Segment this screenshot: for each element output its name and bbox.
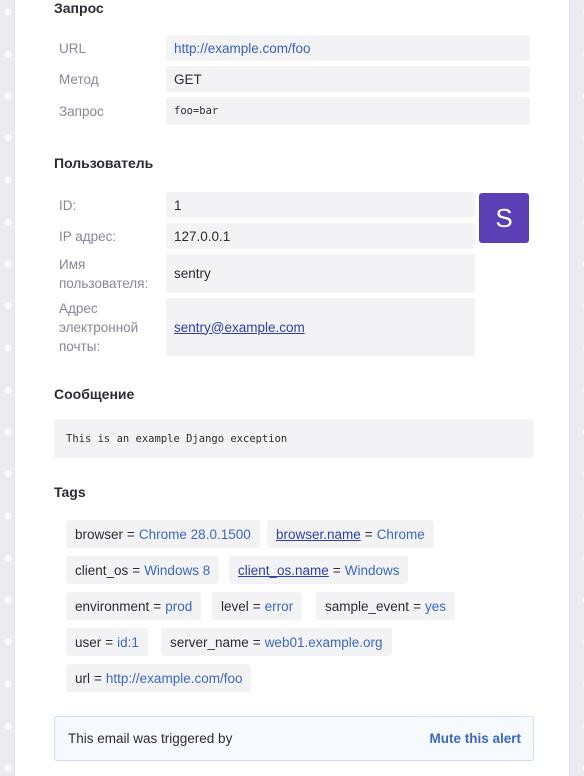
tag-key: sample_event — [325, 598, 410, 614]
user-row-username: Имя пользователя: sentry — [54, 254, 475, 293]
user-id-value: 1 — [166, 192, 475, 218]
tag-equals: = — [252, 634, 261, 650]
tag-item: server_name = web01.example.org — [161, 628, 392, 656]
tag-item: sample_event = yes — [316, 592, 455, 620]
tag-item: client_os = Windows 8 — [66, 556, 220, 584]
user-key: Имя пользователя: — [59, 256, 149, 291]
tag-equals: = — [153, 598, 162, 614]
tag-key-link[interactable]: browser.name — [276, 527, 361, 542]
tag-value-link[interactable]: error — [265, 599, 294, 614]
email-card: Запрос URL http://example.com/foo Метод … — [14, 0, 570, 776]
tags-heading: Tags — [54, 484, 86, 500]
mute-alert-link[interactable]: Mute this alert — [429, 731, 521, 746]
tag-item: user = id:1 — [66, 628, 148, 656]
request-query-value: foo=bar — [166, 97, 530, 125]
tag-equals: = — [413, 598, 421, 614]
tag-key: client_os — [75, 562, 129, 578]
alert-text: This email was triggered by — [68, 731, 233, 746]
request-key: URL — [59, 40, 87, 56]
tag-item: url = http://example.com/foo — [66, 664, 252, 692]
tag-value-link[interactable]: Chrome 28.0.1500 — [139, 527, 251, 542]
tag-value-link[interactable]: prod — [165, 599, 192, 614]
tag-equals: = — [332, 562, 341, 578]
request-row-query: Запрос foo=bar — [54, 97, 530, 125]
tag-value-link[interactable]: Windows 8 — [144, 563, 210, 578]
tag-key: browser — [75, 526, 124, 542]
tag-equals: = — [364, 526, 373, 542]
tag-item: browser.name = Chrome — [267, 520, 434, 548]
tag-item: client_os.name = Windows — [229, 556, 409, 584]
user-row-ip: IP адрес: 127.0.0.1 — [54, 223, 475, 249]
tag-equals: = — [105, 634, 114, 650]
tag-equals: = — [252, 598, 261, 614]
tag-value-link[interactable]: http://example.com/foo — [106, 671, 243, 686]
request-method-value: GET — [166, 66, 530, 92]
tag-item: level = error — [212, 592, 303, 620]
user-username-value: sentry — [166, 254, 475, 293]
tag-item: browser = Chrome 28.0.1500 — [66, 520, 260, 548]
tag-key: environment — [75, 598, 150, 614]
alert-banner: This email was triggered by Mute this al… — [54, 716, 534, 761]
tag-key: url — [75, 670, 91, 686]
user-key: Адрес электронной почты: — [59, 300, 139, 354]
user-key: IP адрес: — [59, 228, 117, 244]
message-box: This is an example Django exception — [54, 419, 534, 458]
user-ip-value: 127.0.0.1 — [166, 223, 475, 249]
request-row-url: URL http://example.com/foo — [54, 35, 530, 61]
tag-key: server_name — [170, 634, 249, 650]
tag-equals: = — [132, 562, 141, 578]
tag-value-link[interactable]: web01.example.org — [265, 635, 383, 650]
message-heading: Сообщение — [54, 386, 135, 402]
tag-value-link[interactable]: Chrome — [377, 527, 425, 542]
tag-equals: = — [94, 670, 102, 686]
user-key: ID: — [59, 197, 77, 213]
request-url-link[interactable]: http://example.com/foo — [174, 41, 311, 56]
user-row-id: ID: 1 — [54, 192, 475, 218]
tag-value-link[interactable]: id:1 — [117, 635, 139, 650]
request-heading: Запрос — [54, 0, 104, 16]
avatar: S — [479, 193, 529, 243]
request-row-method: Метод GET — [54, 66, 530, 92]
user-email-link[interactable]: sentry@example.com — [174, 320, 305, 335]
avatar-letter: S — [495, 202, 513, 233]
tag-key: level — [221, 598, 249, 614]
request-key: Запрос — [59, 103, 104, 119]
tag-value-link[interactable]: yes — [425, 599, 446, 614]
tag-key: user — [75, 634, 102, 650]
tag-key-link[interactable]: client_os.name — [238, 563, 329, 578]
request-key: Метод — [59, 71, 99, 87]
tag-equals: = — [127, 526, 135, 542]
user-heading: Пользователь — [54, 155, 154, 171]
tag-value-link[interactable]: Windows — [345, 563, 400, 578]
message-text: This is an example Django exception — [66, 432, 288, 445]
tag-item: environment = prod — [66, 592, 202, 620]
user-row-email: Адрес электронной почты: sentry@example.… — [54, 298, 475, 356]
